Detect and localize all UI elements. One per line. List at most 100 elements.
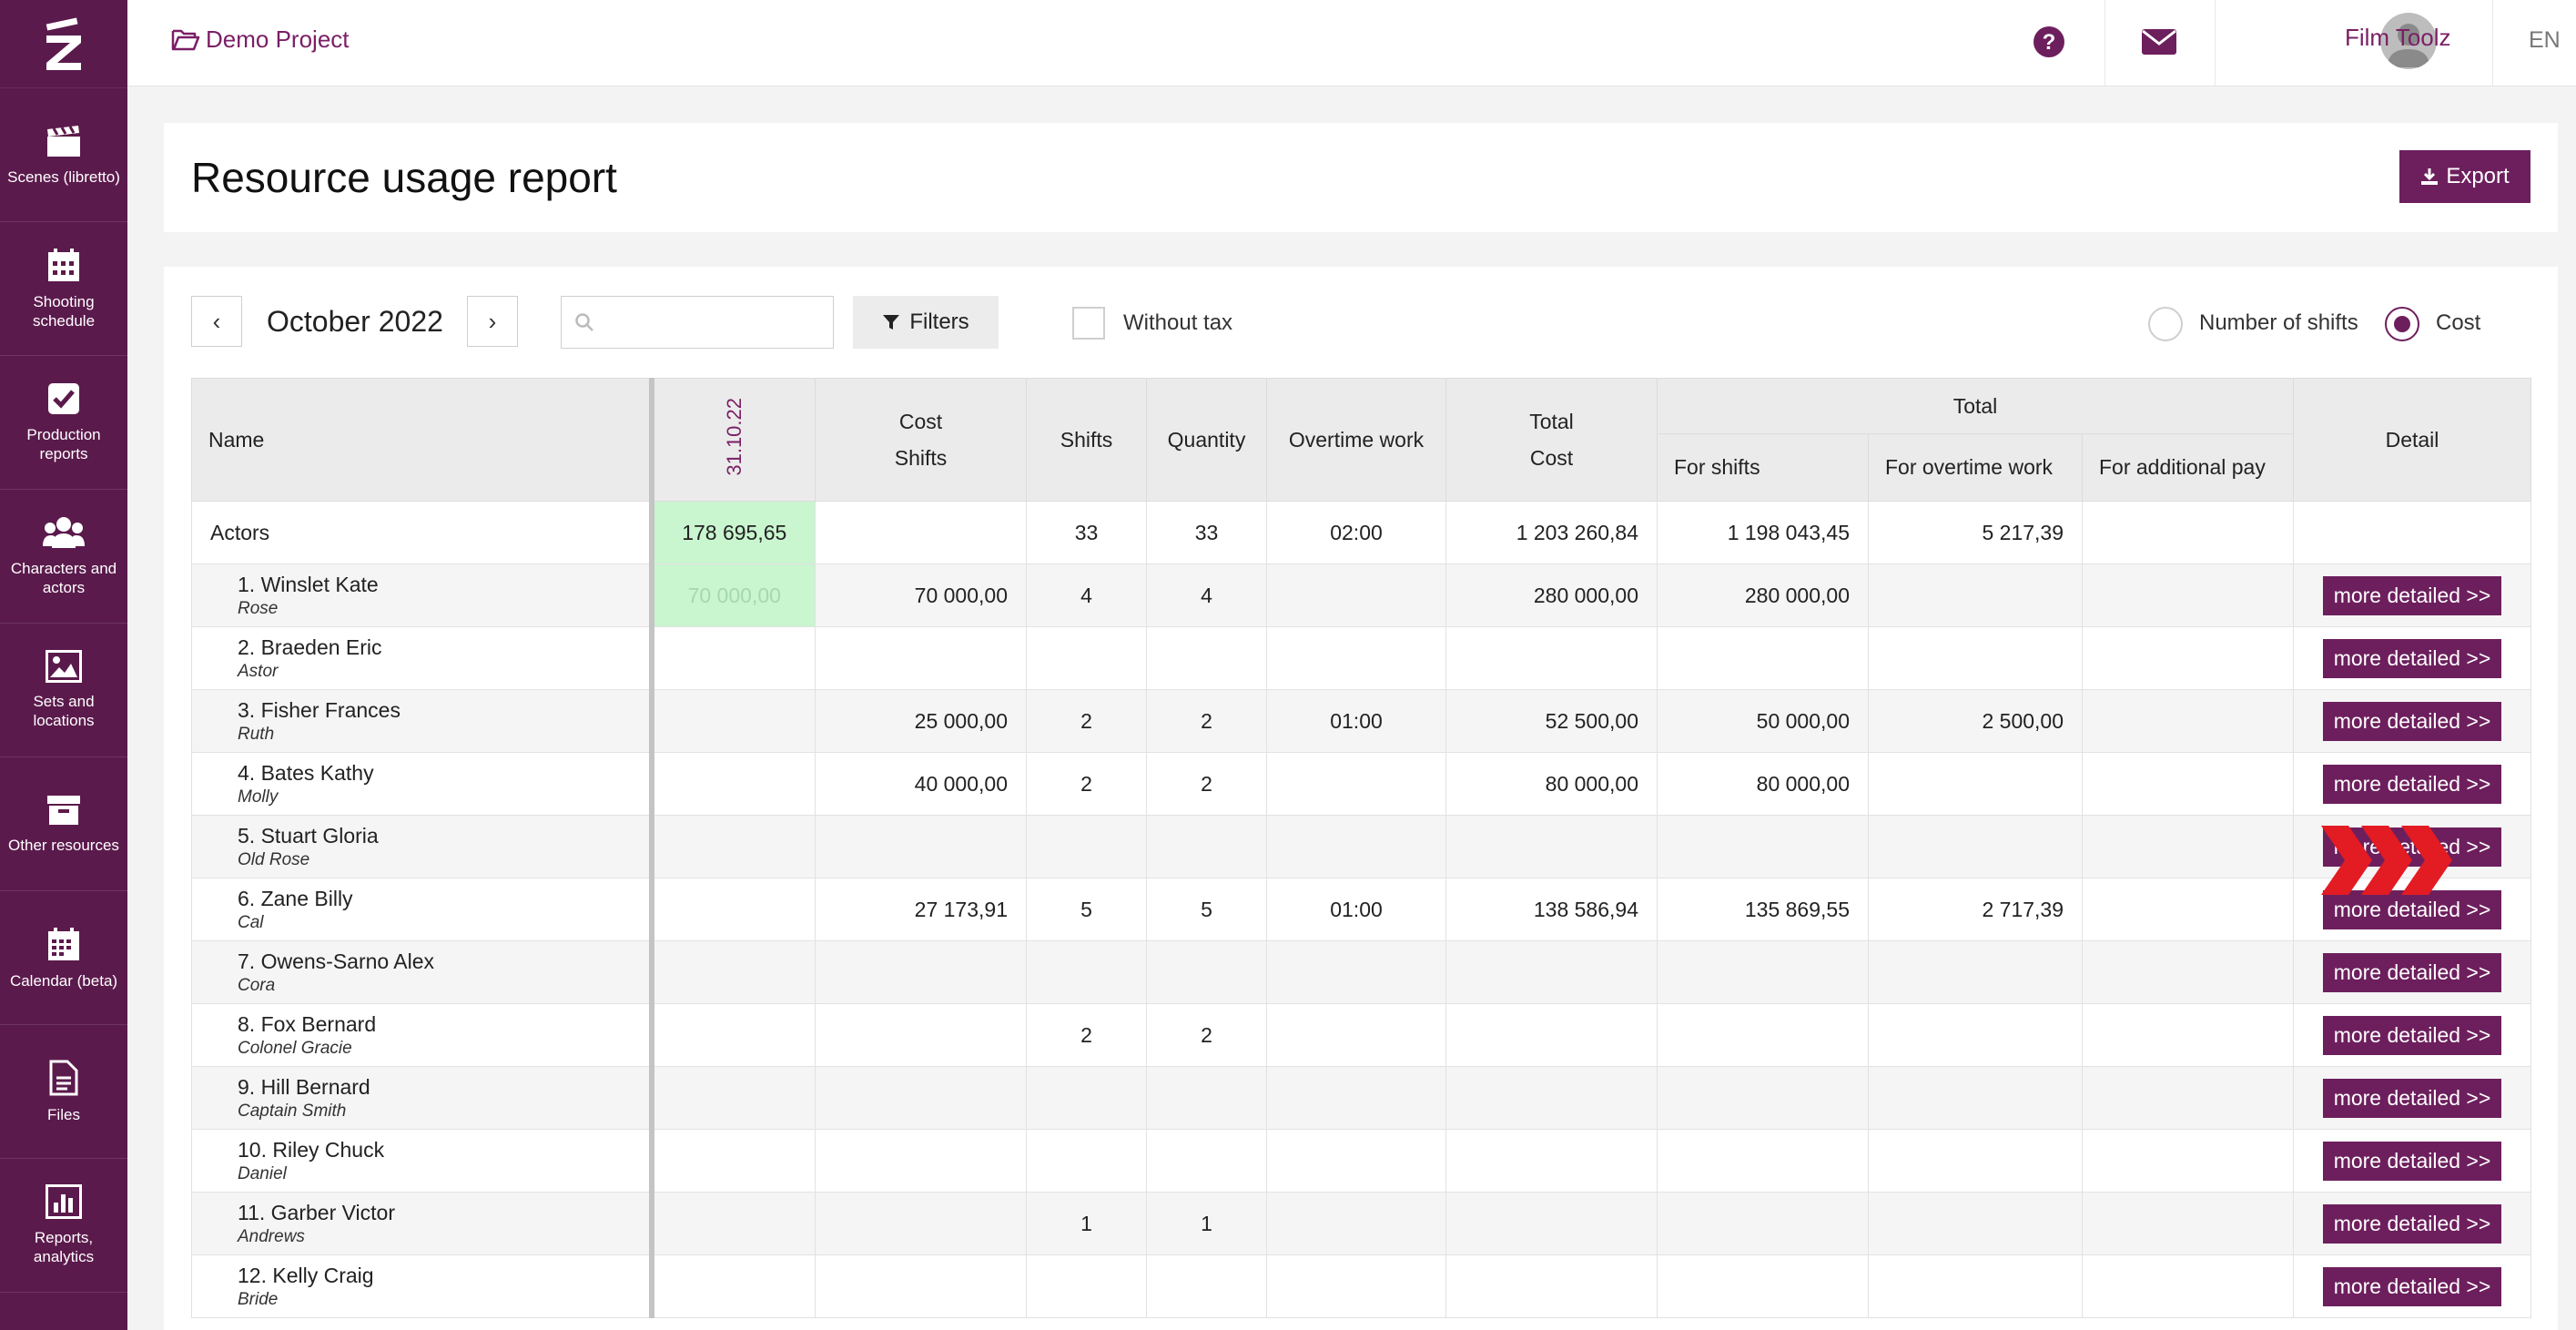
- actor-name[interactable]: 4. Bates Kathy: [210, 761, 631, 786]
- prev-month-button[interactable]: ‹: [191, 296, 242, 347]
- more-detailed-button[interactable]: more detailed >>: [2322, 1078, 2502, 1118]
- next-month-button[interactable]: ›: [467, 296, 518, 347]
- quantity-cell: 1: [1146, 1192, 1267, 1255]
- for-additional-cell: [2082, 689, 2294, 753]
- filters-button[interactable]: Filters: [853, 296, 999, 349]
- cost-label: Cost: [2436, 310, 2481, 335]
- sidebar-item-scenes[interactable]: Scenes (libretto): [0, 88, 127, 222]
- actor-name[interactable]: 7. Owens-Sarno Alex: [210, 949, 631, 974]
- export-button[interactable]: Export: [2399, 150, 2530, 203]
- more-detailed-button[interactable]: more detailed >>: [2322, 1141, 2502, 1181]
- more-detailed-button[interactable]: more detailed >>: [2322, 889, 2502, 929]
- sidebar-item-shooting-schedule[interactable]: Shooting schedule: [0, 222, 127, 356]
- for-overtime-cell: [1868, 1254, 2083, 1318]
- character-role: Ruth: [238, 724, 275, 744]
- date-label: 31.10.22: [722, 398, 745, 476]
- actor-name[interactable]: 12. Kelly Craig: [210, 1264, 631, 1288]
- sidebar-item-label: Calendar (beta): [9, 971, 118, 990]
- filters-label: Filters: [909, 310, 969, 334]
- date-cell: [648, 1003, 816, 1067]
- column-header-date[interactable]: 31.10.22: [648, 378, 816, 502]
- help-icon[interactable]: ?: [2033, 25, 2065, 58]
- actor-name[interactable]: 2. Braeden Eric: [210, 635, 631, 660]
- quantity-cell: [1146, 1066, 1267, 1130]
- actor-name[interactable]: 10. Riley Chuck: [210, 1138, 631, 1162]
- more-detailed-button[interactable]: more detailed >>: [2322, 764, 2502, 804]
- actor-name[interactable]: 3. Fisher Frances: [210, 698, 631, 723]
- name-cell: 5. Stuart Gloria Old Rose: [191, 815, 652, 878]
- overtime-cell: [1266, 1129, 1446, 1193]
- report-toolbar: ‹ October 2022 › Filters Without tax Num…: [191, 296, 2530, 350]
- table-row: 8. Fox Bernard Colonel Gracie 2 2 more detai…: [191, 1003, 2531, 1067]
- for-overtime-cell: [1868, 1003, 2083, 1067]
- shifts-cell: 2: [1026, 1003, 1147, 1067]
- name-cell: 12. Kelly Craig Bride: [191, 1254, 652, 1318]
- cost-shifts-cell: 40 000,00: [815, 752, 1027, 816]
- for-shifts-cell: [1657, 1129, 1869, 1193]
- column-group-total: Total: [1657, 378, 2294, 434]
- more-detailed-button[interactable]: more detailed >>: [2322, 952, 2502, 992]
- date-cell: [648, 626, 816, 690]
- sidebar-item-sets[interactable]: Sets and locations: [0, 624, 127, 757]
- for-shifts-cell: [1657, 1192, 1869, 1255]
- number-of-shifts-radio[interactable]: [2148, 307, 2183, 341]
- sidebar-item-reports[interactable]: Reports, analytics: [0, 1159, 127, 1293]
- overtime-cell: [1266, 1003, 1446, 1067]
- sidebar-item-calendar[interactable]: Calendar (beta): [0, 891, 127, 1025]
- actor-name[interactable]: 5. Stuart Gloria: [210, 824, 631, 848]
- column-header-name[interactable]: Name: [191, 378, 652, 502]
- cost-radio[interactable]: [2385, 307, 2419, 341]
- sidebar-item-files[interactable]: Files: [0, 1025, 127, 1159]
- quantity-cell: [1146, 940, 1267, 1004]
- sidebar-item-production-reports[interactable]: Production reports: [0, 356, 127, 490]
- folder-open-icon: [171, 29, 200, 50]
- user-name[interactable]: Film Toolz: [2345, 24, 2451, 52]
- total-cost-cell: 280 000,00: [1445, 563, 1658, 627]
- more-detailed-button[interactable]: more detailed >>: [2322, 575, 2502, 615]
- detail-cell: more detailed >>: [2293, 940, 2531, 1004]
- for-additional-cell: [2082, 1066, 2294, 1130]
- more-detailed-button[interactable]: more detailed >>: [2322, 1266, 2502, 1306]
- actor-name[interactable]: 1. Winslet Kate: [210, 573, 631, 597]
- project-link[interactable]: Demo Project: [171, 25, 350, 54]
- current-month: October 2022: [267, 305, 443, 338]
- actor-name[interactable]: 11. Garber Victor: [210, 1201, 631, 1225]
- overtime-cell: [1266, 1254, 1446, 1318]
- mail-icon[interactable]: [2141, 28, 2177, 56]
- shifts-cell: 33: [1026, 501, 1147, 564]
- total-cost-cell: [1445, 1129, 1658, 1193]
- search-input[interactable]: [602, 308, 824, 339]
- shifts-cell: [1026, 815, 1147, 878]
- shifts-cell: [1026, 626, 1147, 690]
- actor-name[interactable]: 6. Zane Billy: [210, 887, 631, 911]
- table-header-row: Name 31.10.22 Cost Shifts Shifts Quantit…: [191, 378, 2531, 502]
- actor-name[interactable]: 8. Fox Bernard: [210, 1012, 631, 1037]
- language-switcher[interactable]: EN: [2529, 27, 2561, 54]
- more-detailed-button[interactable]: more detailed >>: [2322, 638, 2502, 678]
- quantity-cell: 2: [1146, 1003, 1267, 1067]
- total-cost-cell: [1445, 1192, 1658, 1255]
- shifts-cell: [1026, 940, 1147, 1004]
- column-header-quantity: Quantity: [1146, 378, 1267, 502]
- cost-shifts-cell: 27 173,91: [815, 878, 1027, 941]
- for-overtime-cell: [1868, 940, 2083, 1004]
- overtime-cell: [1266, 752, 1446, 816]
- detail-cell: more detailed >>: [2293, 563, 2531, 627]
- sidebar-item-other-resources[interactable]: Other resources: [0, 757, 127, 891]
- quantity-cell: 33: [1146, 501, 1267, 564]
- more-detailed-button[interactable]: more detailed >>: [2322, 1203, 2502, 1244]
- for-additional-cell: [2082, 1003, 2294, 1067]
- actor-name[interactable]: 9. Hill Bernard: [210, 1075, 631, 1100]
- more-detailed-button[interactable]: more detailed >>: [2322, 701, 2502, 741]
- sidebar-item-label: Scenes (libretto): [7, 168, 120, 186]
- users-icon: [43, 517, 85, 548]
- detail-cell: more detailed >>: [2293, 1066, 2531, 1130]
- app-logo[interactable]: [0, 0, 127, 88]
- search-box: [561, 296, 834, 349]
- group-name[interactable]: Actors: [191, 501, 652, 564]
- without-tax-checkbox[interactable]: [1072, 307, 1105, 340]
- column-header-for-shifts: For shifts: [1657, 433, 1869, 502]
- more-detailed-button[interactable]: more detailed >>: [2322, 1015, 2502, 1055]
- sidebar-item-characters[interactable]: Characters and actors: [0, 490, 127, 624]
- for-overtime-cell: [1868, 1066, 2083, 1130]
